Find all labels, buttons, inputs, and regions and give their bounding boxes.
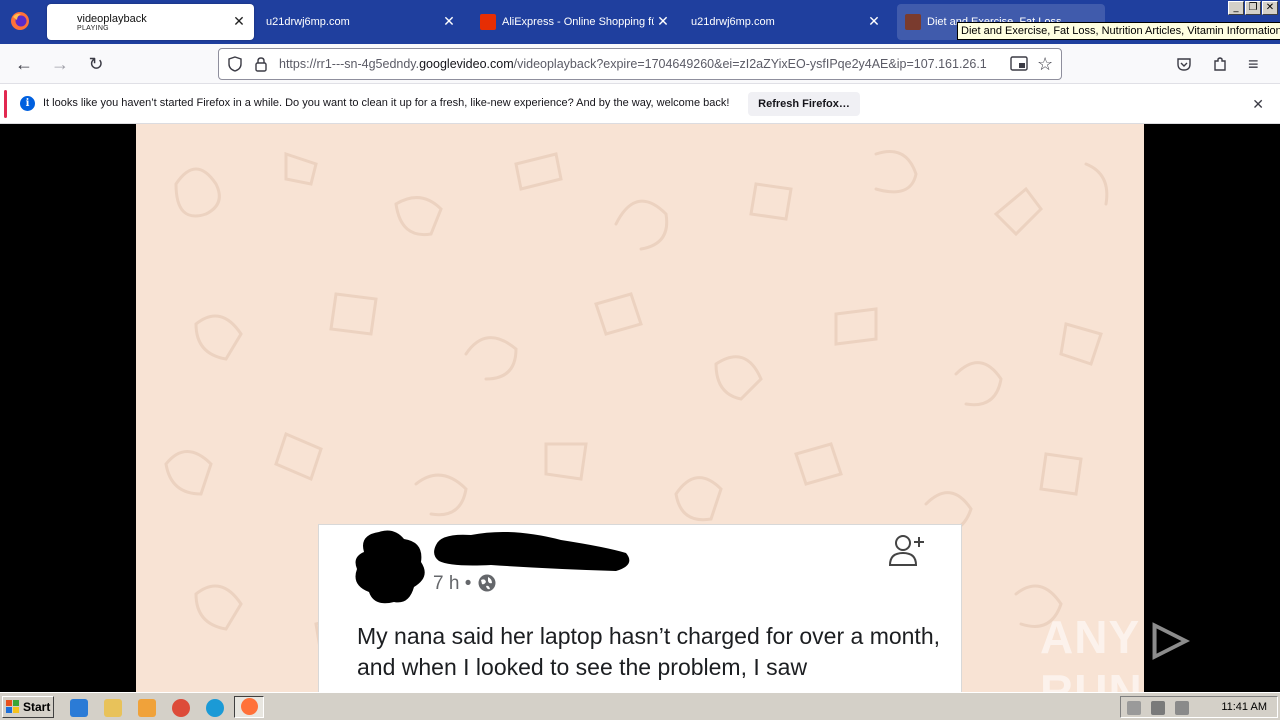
- lock-icon[interactable]: [254, 56, 268, 72]
- tab-title: u21drwj6mp.com: [691, 16, 775, 28]
- chrome-icon[interactable]: [172, 699, 190, 717]
- close-window-button[interactable]: ✕: [1262, 1, 1278, 15]
- hamburger-menu-icon[interactable]: ≡: [1248, 54, 1259, 74]
- site-favicon-icon: [905, 14, 921, 30]
- close-icon[interactable]: ✕: [867, 14, 881, 28]
- firefox-menu-icon[interactable]: [10, 11, 30, 31]
- start-button[interactable]: Start: [2, 696, 54, 718]
- url-prefix: https://rr1---sn-4g5edndy.: [279, 57, 420, 71]
- social-post-card: 7 h • My nana said her laptop hasn’t cha…: [318, 524, 962, 692]
- back-arrow-icon[interactable]: ←: [14, 54, 34, 74]
- aliexpress-favicon-icon: [480, 14, 496, 30]
- anyrun-watermark: ANY ▷ RUN: [1040, 611, 1190, 692]
- tab-title: videoplayback: [77, 12, 147, 25]
- tab-title: u21drwj6mp.com: [266, 16, 350, 28]
- tab-u21drwj6mp-1[interactable]: u21drwj6mp.com ✕: [258, 4, 464, 40]
- url-domain: googlevideo.com: [419, 57, 514, 71]
- close-icon[interactable]: ✕: [442, 14, 456, 28]
- maximize-button[interactable]: ❐: [1245, 1, 1261, 15]
- close-icon[interactable]: ✕: [1252, 96, 1264, 113]
- network-icon[interactable]: [1151, 701, 1165, 715]
- tab-u21drwj6mp-2[interactable]: u21drwj6mp.com ✕: [683, 4, 889, 40]
- notification-message: It looks like you haven’t started Firefo…: [43, 97, 730, 109]
- extensions-icon[interactable]: [1212, 56, 1228, 72]
- refresh-firefox-button[interactable]: Refresh Firefox…: [748, 92, 860, 116]
- firefox-taskbar-button[interactable]: [234, 696, 264, 718]
- tab-aliexpress[interactable]: AliExpress - Online Shopping für ✕: [472, 4, 678, 40]
- tab-playing-label: PLAYING: [77, 24, 109, 32]
- tab-videoplayback[interactable]: videoplayback PLAYING ✕: [47, 4, 254, 40]
- media-player-icon[interactable]: [138, 699, 156, 717]
- close-icon[interactable]: ✕: [232, 14, 246, 28]
- start-label: Start: [23, 700, 51, 714]
- tab-tooltip: Diet and Exercise, Fat Loss, Nutrition A…: [957, 22, 1280, 40]
- shield-icon[interactable]: [227, 56, 243, 72]
- edge-icon[interactable]: [206, 699, 224, 717]
- folder-icon[interactable]: [104, 699, 122, 717]
- url-text[interactable]: https://rr1---sn-4g5edndy.googlevideo.co…: [279, 57, 1005, 71]
- windows-flag-icon: [6, 700, 19, 713]
- close-icon[interactable]: ✕: [656, 14, 670, 28]
- pocket-icon[interactable]: [1176, 56, 1192, 72]
- windows-taskbar: Start 11:41 AM: [0, 692, 1280, 720]
- redacted-name: [434, 531, 630, 571]
- firefox-icon: [241, 698, 258, 715]
- bookmark-star-icon[interactable]: ☆: [1037, 53, 1053, 75]
- reload-icon[interactable]: ↻: [86, 54, 106, 74]
- notification-accent: [4, 90, 7, 118]
- navigation-toolbar: ← → ↻ https://rr1---sn-4g5edndy.googlevi…: [0, 44, 1280, 84]
- system-tray: 11:41 AM: [1120, 696, 1278, 718]
- video-player[interactable]: 7 h • My nana said her laptop hasn’t cha…: [0, 124, 1280, 692]
- action-center-flag-icon[interactable]: [1175, 701, 1189, 715]
- avatar: [355, 530, 425, 604]
- tab-title: AliExpress - Online Shopping für: [502, 16, 654, 28]
- post-timestamp: 7 h •: [433, 573, 472, 594]
- video-frame[interactable]: 7 h • My nana said her laptop hasn’t cha…: [136, 124, 1144, 692]
- url-bar[interactable]: https://rr1---sn-4g5edndy.googlevideo.co…: [218, 48, 1062, 80]
- post-body-text: My nana said her laptop hasn’t charged f…: [357, 623, 941, 680]
- add-friend-icon: [888, 535, 924, 566]
- globe-icon: [478, 574, 496, 592]
- url-suffix: /videoplayback?expire=1704649260&ei=zI2a…: [513, 57, 987, 71]
- internet-explorer-icon[interactable]: [70, 699, 88, 717]
- minimize-button[interactable]: _: [1228, 1, 1244, 15]
- window-controls: _ ❐ ✕: [1228, 1, 1278, 15]
- volume-icon[interactable]: [1127, 701, 1141, 715]
- forward-arrow-icon[interactable]: →: [50, 54, 70, 74]
- info-icon: i: [20, 96, 35, 111]
- refresh-notification-bar: i It looks like you haven’t started Fire…: [0, 84, 1280, 124]
- picture-in-picture-icon[interactable]: [1010, 56, 1028, 72]
- clock[interactable]: 11:41 AM: [1221, 701, 1267, 713]
